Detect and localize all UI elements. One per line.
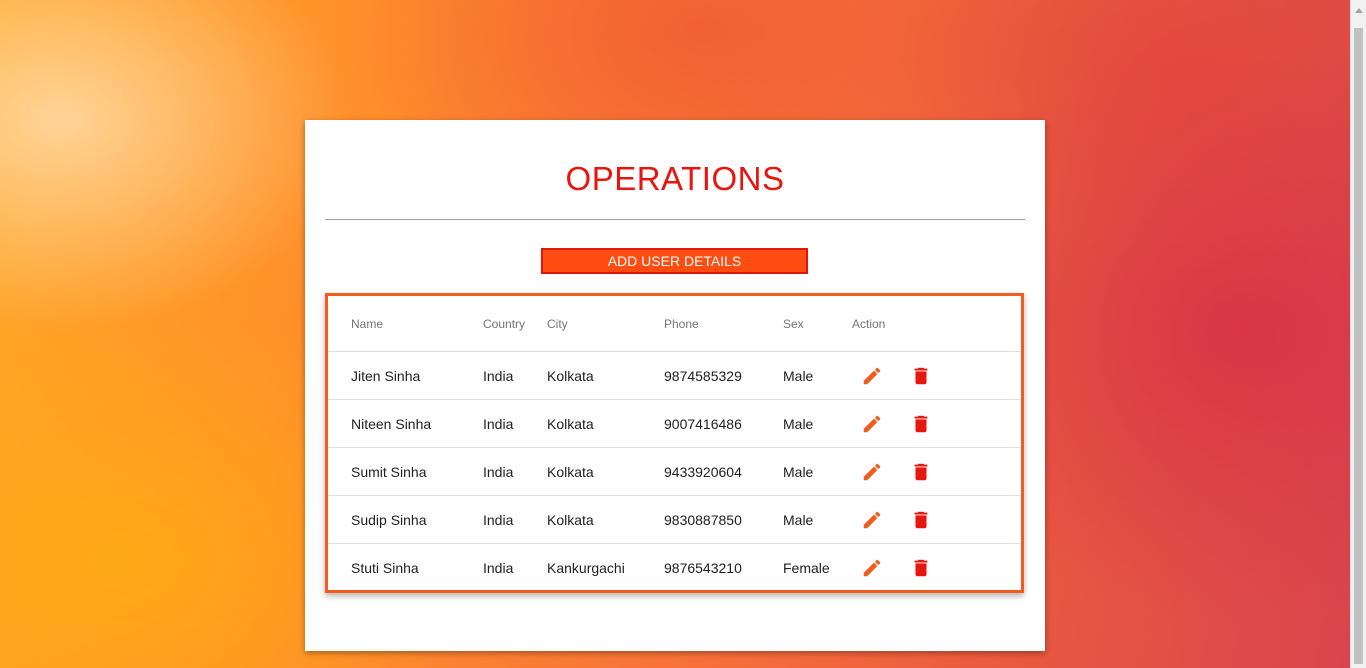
row-actions (852, 413, 1021, 435)
table-row: Sumit Sinha India Kolkata 9433920604 Male (328, 447, 1021, 496)
cell-sex: Male (783, 495, 852, 544)
cell-phone: 9876543210 (664, 559, 742, 576)
cell-city: Kankurgachi (547, 559, 625, 576)
header-city: City (547, 296, 664, 352)
trash-icon[interactable] (910, 365, 932, 387)
cell-country: India (483, 447, 547, 496)
cell-country: India (483, 351, 547, 400)
pencil-icon[interactable] (861, 509, 883, 531)
header-action: Action (852, 296, 1021, 352)
cell-action (852, 351, 1021, 400)
cell-city: Kolkata (547, 447, 664, 496)
cell-phone: 9830887850 (664, 495, 783, 544)
scroll-up-arrow-icon[interactable] (1355, 8, 1363, 13)
cell-country: India (483, 559, 514, 576)
add-user-details-button[interactable]: ADD USER DETAILS (541, 248, 808, 274)
trash-icon[interactable] (910, 461, 932, 483)
scrollbar-thumb[interactable] (1354, 28, 1363, 664)
cell-phone: 9007416486 (664, 399, 783, 448)
row-actions (852, 509, 1021, 531)
cell-country: India (483, 399, 547, 448)
header-sex: Sex (783, 296, 852, 352)
cell-action (852, 495, 1021, 544)
trash-icon[interactable] (910, 557, 932, 579)
cell-name: Sudip Sinha (328, 495, 483, 544)
trash-icon[interactable] (910, 413, 932, 435)
cell-name: Jiten Sinha (328, 351, 483, 400)
pencil-icon[interactable] (861, 365, 883, 387)
pencil-icon[interactable] (861, 413, 883, 435)
page-title: OPERATIONS (565, 160, 785, 197)
pencil-icon[interactable] (861, 461, 883, 483)
table-row: Sudip Sinha India Kolkata 9830887850 Male (328, 495, 1021, 544)
cell-name: Sumit Sinha (328, 447, 483, 496)
cell-country: India (483, 495, 547, 544)
cell-sex: Male (783, 399, 852, 448)
row-actions (852, 557, 1021, 579)
cell-city: Kolkata (547, 351, 664, 400)
users-table-container: Name Country City Phone Sex Action Jiten… (325, 293, 1024, 593)
table-row: Stuti Sinha India Kankurgachi 9876543210 Fem… (328, 544, 1021, 592)
operations-card: OPERATIONS ADD USER DETAILS Name Country… (305, 120, 1045, 651)
cell-sex: Male (783, 351, 852, 400)
cell-action (852, 447, 1021, 496)
cell-city: Kolkata (547, 495, 664, 544)
cell-sex: Female (783, 559, 830, 576)
cell-city: Kolkata (547, 399, 664, 448)
table-row: Niteen Sinha India Kolkata 9007416486 Male (328, 399, 1021, 448)
cell-phone: 9874585329 (664, 351, 783, 400)
table-header-row: Name Country City Phone Sex Action (328, 296, 1021, 352)
row-actions (852, 461, 1021, 483)
header-phone: Phone (664, 296, 783, 352)
row-actions (852, 365, 1021, 387)
cell-name: Niteen Sinha (328, 399, 483, 448)
table-row: Jiten Sinha India Kolkata 9874585329 Male (328, 351, 1021, 400)
cell-action (852, 399, 1021, 448)
cell-phone: 9433920604 (664, 447, 783, 496)
title-divider (325, 219, 1025, 220)
cell-sex: Male (783, 447, 852, 496)
header-country: Country (483, 296, 547, 352)
cell-name: Stuti Sinha (351, 559, 419, 576)
pencil-icon[interactable] (861, 557, 883, 579)
vertical-scrollbar[interactable] (1350, 0, 1366, 668)
header-name: Name (328, 296, 483, 352)
users-table: Name Country City Phone Sex Action Jiten… (328, 296, 1021, 591)
cell-action (852, 544, 1021, 592)
trash-icon[interactable] (910, 509, 932, 531)
